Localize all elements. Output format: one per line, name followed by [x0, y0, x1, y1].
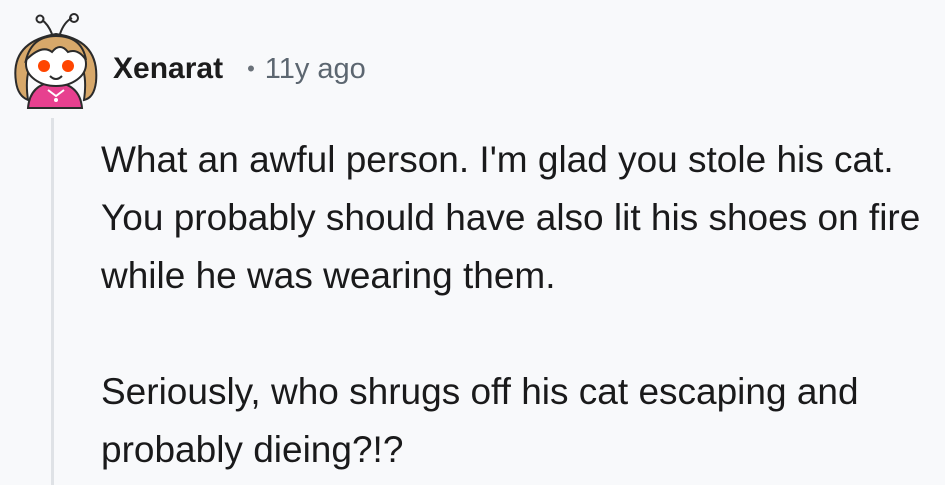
thread-line[interactable]	[51, 118, 54, 485]
timestamp[interactable]: 11y ago	[265, 53, 366, 86]
comment-paragraph: Seriously, who shrugs off his cat escapi…	[101, 371, 859, 470]
snoo-avatar-icon	[14, 13, 98, 109]
comment-meta: Xenarat • 11y ago	[113, 52, 366, 86]
comment-paragraph: What an awful person. I'm glad you stole…	[101, 139, 921, 296]
comment: Xenarat • 11y ago What an awful person. …	[0, 0, 945, 485]
separator-dot: •	[247, 56, 255, 81]
user-avatar[interactable]	[8, 12, 100, 112]
comment-body: What an awful person. I'm glad you stole…	[101, 131, 931, 479]
username-link[interactable]: Xenarat	[113, 52, 223, 86]
